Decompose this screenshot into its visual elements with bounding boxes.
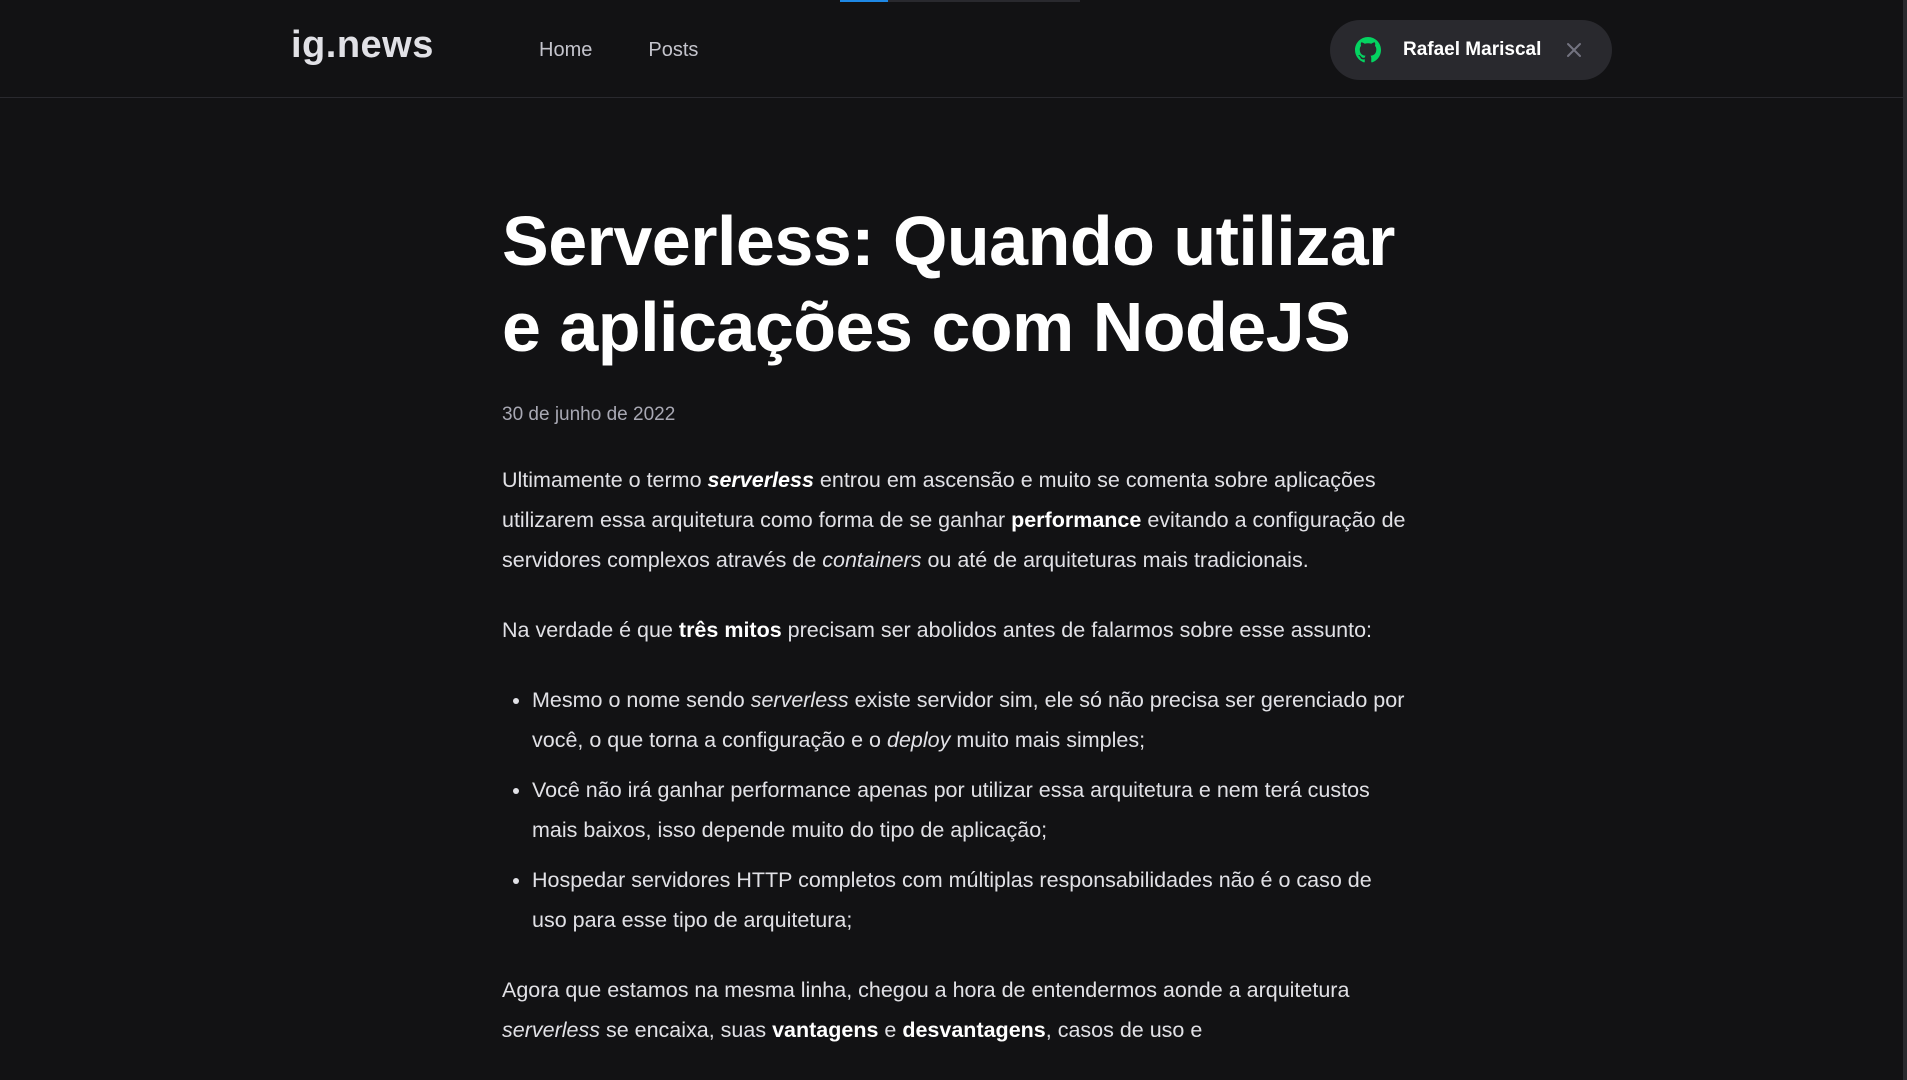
- post-content: Ultimamente o termo serverless entrou em…: [502, 460, 1407, 1050]
- nav-home-link[interactable]: Home: [539, 38, 592, 62]
- text-run-italic: deploy: [887, 728, 951, 752]
- github-icon: [1355, 37, 1381, 63]
- text-run-bold: vantagens: [772, 1018, 879, 1042]
- post-date: 30 de junho de 2022: [502, 404, 676, 425]
- text-run: Você não irá ganhar performance apenas p…: [532, 778, 1370, 842]
- post-article: Serverless: Quando utilizar e aplicações…: [502, 198, 1407, 1080]
- paragraph: Agora que estamos na mesma linha, chegou…: [502, 970, 1407, 1050]
- myths-list: Mesmo o nome sendo serverless existe ser…: [502, 680, 1407, 940]
- text-run-bold: performance: [1011, 508, 1142, 532]
- text-run: Hospedar servidores HTTP completos com m…: [532, 868, 1372, 932]
- text-run-italic: containers: [822, 548, 922, 572]
- text-run: ou até de arquiteturas mais tradicionais…: [921, 548, 1309, 572]
- paragraph: Na verdade é que três mitos precisam ser…: [502, 610, 1407, 650]
- text-run: precisam ser abolidos antes de falarmos …: [781, 618, 1373, 642]
- text-run: e: [878, 1018, 903, 1042]
- text-run-bold: três mitos: [678, 618, 782, 642]
- text-run: se encaixa, suas: [599, 1018, 773, 1042]
- text-run: Agora que estamos na mesma linha, chegou…: [502, 978, 1350, 1002]
- list-item: Hospedar servidores HTTP completos com m…: [532, 860, 1407, 940]
- text-run: Ultimamente o termo: [502, 468, 708, 492]
- text-run-bold: desvantagens: [902, 1018, 1046, 1042]
- list-item: Você não irá ganhar performance apenas p…: [532, 770, 1407, 850]
- site-logo[interactable]: ig.news: [291, 24, 434, 67]
- text-run-italic: serverless: [750, 688, 849, 712]
- text-run: Na verdade é que: [502, 618, 679, 642]
- text-run-bold-italic: serverless: [707, 468, 814, 492]
- signout-button[interactable]: Rafael Mariscal: [1330, 20, 1612, 80]
- user-name: Rafael Mariscal: [1403, 39, 1542, 60]
- scrollbar[interactable]: [1903, 0, 1907, 1080]
- list-item: Mesmo o nome sendo serverless existe ser…: [532, 680, 1407, 760]
- text-run-italic: serverless: [502, 1018, 600, 1042]
- site-header: ig.news Home Posts Rafael Mariscal: [0, 0, 1903, 98]
- main-nav: Home Posts: [539, 38, 698, 62]
- text-run: , casos de uso e: [1045, 1018, 1203, 1042]
- close-icon[interactable]: [1565, 41, 1583, 59]
- text-run: Mesmo o nome sendo: [532, 688, 751, 712]
- post-title: Serverless: Quando utilizar e aplicações…: [502, 202, 1395, 366]
- nav-posts-link[interactable]: Posts: [648, 38, 698, 62]
- text-run: muito mais simples;: [950, 728, 1146, 752]
- paragraph: Ultimamente o termo serverless entrou em…: [502, 460, 1407, 580]
